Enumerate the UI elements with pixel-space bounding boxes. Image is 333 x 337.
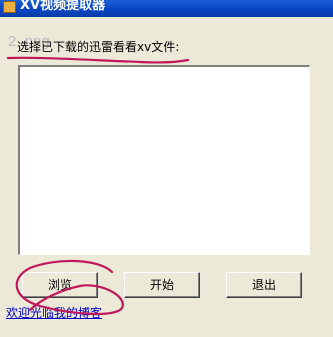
exit-button[interactable]: 退出 bbox=[226, 272, 302, 298]
file-list-box[interactable] bbox=[18, 65, 310, 255]
window-title: XV视频提取器 bbox=[20, 0, 106, 13]
app-icon bbox=[3, 1, 16, 13]
title-bar[interactable]: XV视频提取器 bbox=[0, 0, 333, 17]
blog-link[interactable]: 欢迎光临我的博客 bbox=[6, 304, 102, 321]
prompt-label: 选择已下载的迅雷看看xv文件: bbox=[17, 40, 180, 54]
start-button[interactable]: 开始 bbox=[124, 272, 200, 298]
underline-stroke bbox=[6, 56, 190, 64]
browse-button[interactable]: 浏览 bbox=[22, 272, 98, 298]
